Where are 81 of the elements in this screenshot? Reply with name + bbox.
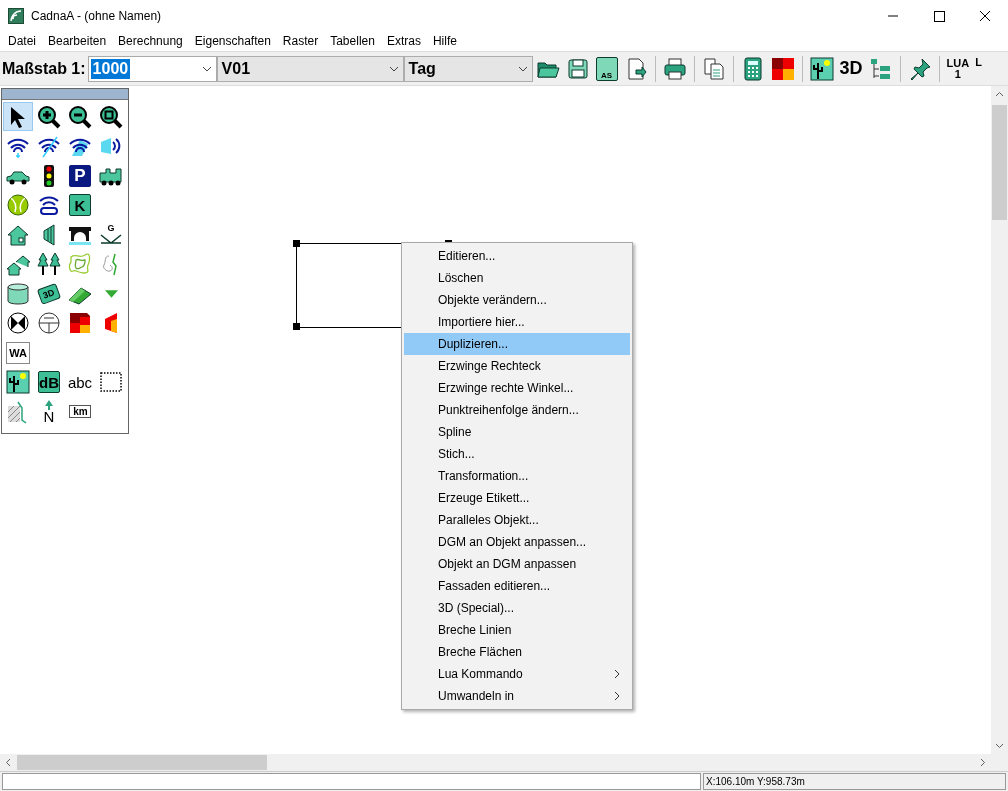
north-icon: [44, 400, 54, 410]
grid-icon: [68, 311, 92, 335]
printer-icon[interactable]: [662, 56, 687, 81]
vertical-scroll-thumb[interactable]: [992, 105, 1007, 220]
dotted-rect-icon: [99, 370, 123, 394]
context-menu-item[interactable]: Löschen: [404, 267, 630, 289]
context-menu-item[interactable]: Punktreihenfolge ändern...: [404, 399, 630, 421]
lua-button[interactable]: L: [975, 57, 982, 68]
menu-item[interactable]: Hilfe: [426, 34, 463, 48]
menu-item[interactable]: Tabellen: [324, 34, 381, 48]
context-menu-item[interactable]: Objekt an DGM anpassen: [404, 553, 630, 575]
menu-item[interactable]: Berechnung: [112, 34, 189, 48]
context-menu-item[interactable]: Breche Linien: [404, 619, 630, 641]
period-dropdown[interactable]: Tag: [403, 55, 533, 82]
variant-value: V01: [220, 58, 252, 79]
lua-button[interactable]: LUA 1: [946, 57, 970, 80]
scale-dropdown[interactable]: 1000: [87, 55, 217, 82]
palette-tool[interactable]: G: [96, 220, 126, 249]
palette-tool[interactable]: [3, 367, 33, 397]
caret-icon: [388, 65, 399, 72]
context-menu-item[interactable]: Erzwinge rechte Winkel...: [404, 377, 630, 399]
context-menu-item[interactable]: Importiere hier...: [404, 311, 630, 333]
menu-item[interactable]: Eigenschaften: [188, 34, 277, 48]
caret-icon: [517, 65, 528, 72]
zoom-fit-icon: [99, 104, 123, 129]
lua-number: 1: [954, 68, 961, 80]
caret-icon: [201, 65, 212, 72]
antenna-icon: [37, 193, 61, 217]
context-menu-item[interactable]: Stich...: [404, 443, 630, 465]
copy-icon[interactable]: [701, 56, 726, 81]
window-title: CadnaA - (ohne Namen): [31, 8, 162, 23]
context-menu-item[interactable]: 3D (Special)...: [404, 597, 630, 619]
palette-tool[interactable]: [3, 102, 33, 131]
scale-value: 1000: [90, 58, 131, 79]
save-icon[interactable]: [565, 56, 590, 81]
trees-icon: [37, 252, 61, 276]
landscape-icon: [6, 370, 30, 394]
triangle-icon: [104, 289, 118, 298]
cylinder-icon: [6, 281, 30, 306]
context-menu-item[interactable]: Erzwinge Rechteck: [404, 355, 630, 377]
coordinates-panel: X:106.10m Y:958.73m: [703, 773, 1006, 790]
variant-dropdown[interactable]: V01: [216, 55, 404, 82]
context-menu-item[interactable]: Umwandeln in: [404, 685, 630, 707]
zoom-out-icon: [68, 104, 92, 129]
palette-tool[interactable]: N: [34, 397, 64, 426]
selection-handle[interactable]: [293, 323, 300, 330]
color-grid-icon[interactable]: [770, 56, 795, 81]
period-value: Tag: [407, 58, 437, 79]
context-menu-item[interactable]: Fassaden editieren...: [404, 575, 630, 597]
context-menu-item[interactable]: Objekte verändern...: [404, 289, 630, 311]
context-menu-item[interactable]: Paralleles Objekt...: [404, 509, 630, 531]
landscape-icon[interactable]: [809, 56, 834, 81]
menu-item[interactable]: Extras: [380, 34, 427, 48]
menu-item[interactable]: Bearbeiten: [42, 34, 113, 48]
menu-item[interactable]: Datei: [2, 34, 42, 48]
3d-button[interactable]: 3D: [839, 58, 863, 79]
context-menu-item[interactable]: Duplizieren...: [404, 333, 630, 355]
ball-icon: [6, 193, 30, 217]
context-menu-item[interactable]: Spline: [404, 421, 630, 443]
menu-item[interactable]: Raster: [276, 34, 325, 48]
wave-line-icon: [37, 134, 61, 158]
selection-handle[interactable]: [293, 240, 300, 247]
circle-cross-icon: [6, 311, 30, 335]
palette-tool[interactable]: km: [65, 397, 95, 426]
horizontal-scroll-thumb[interactable]: [17, 755, 267, 770]
app-icon: [8, 7, 24, 24]
context-menu-item[interactable]: Erzeuge Etikett...: [404, 487, 630, 509]
dial-icon: [37, 311, 61, 335]
context-menu-item[interactable]: Lua Kommando: [404, 663, 630, 685]
context-menu-item[interactable]: Breche Flächen: [404, 641, 630, 663]
lua-label: LUA: [946, 57, 970, 69]
palette-tool[interactable]: abc: [65, 367, 95, 397]
context-menu-item[interactable]: Editieren...: [404, 245, 630, 267]
context-menu-item[interactable]: Transformation...: [404, 465, 630, 487]
tree-list-icon[interactable]: [868, 56, 893, 81]
scale-label: Maßstab 1:: [2, 59, 86, 78]
contour-icon: [68, 252, 92, 276]
save-as-button[interactable]: AS: [595, 56, 618, 81]
zoom-in-icon: [37, 104, 61, 129]
ground-icon: [99, 233, 123, 245]
context-menu-item[interactable]: DGM an Objekt anpassen...: [404, 531, 630, 553]
